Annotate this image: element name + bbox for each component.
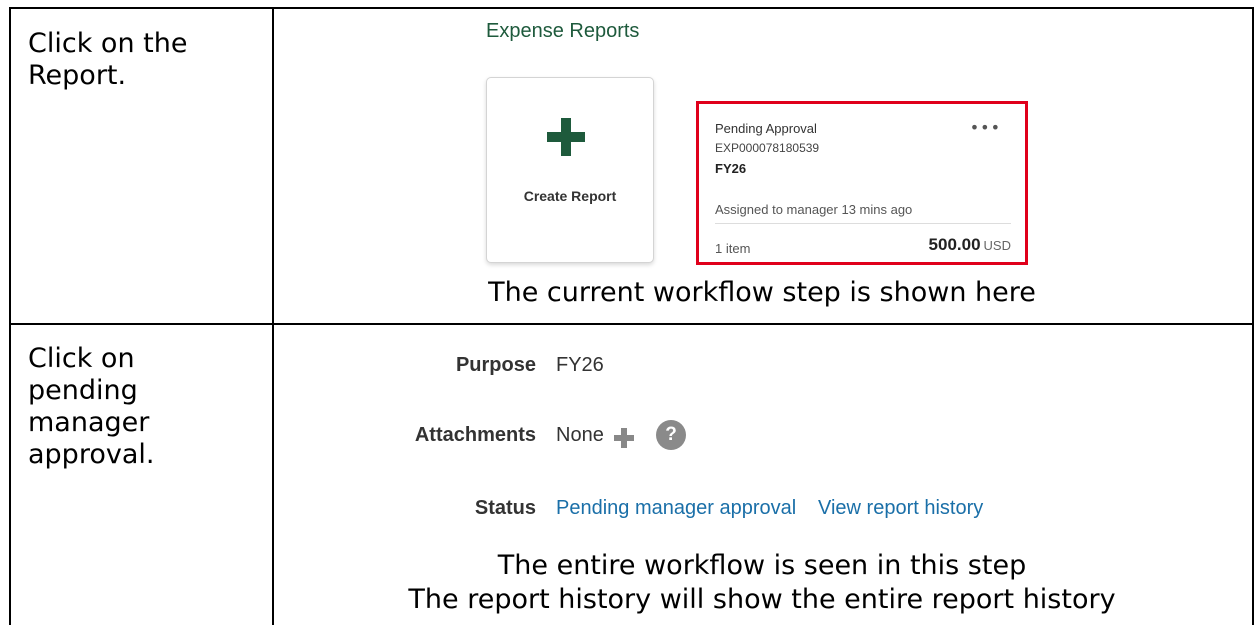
create-report-label: Create Report	[523, 188, 617, 204]
add-attachment-icon[interactable]	[614, 428, 634, 448]
instruction-line: manager	[28, 407, 150, 438]
plus-icon	[547, 118, 585, 156]
view-report-history-link[interactable]: View report history	[818, 497, 983, 520]
table-top-border	[9, 7, 1254, 9]
amount-value: 500.00	[928, 235, 981, 254]
instruction-line: Click on the	[28, 28, 188, 59]
pending-manager-approval-link[interactable]: Pending manager approval	[556, 497, 796, 520]
create-report-card[interactable]: Create Report	[486, 77, 654, 263]
attachments-value: None	[556, 424, 604, 446]
expense-report-card[interactable]: Pending Approval ••• EXP000078180539 FY2…	[696, 101, 1028, 265]
table-left-border	[9, 7, 11, 625]
row-2-caption-line-1: The entire workflow is seen in this step	[497, 550, 1027, 581]
report-status: Pending Approval	[715, 121, 817, 136]
instruction-step-1: Click on the Report.	[28, 28, 187, 92]
instruction-line: Report.	[28, 60, 127, 91]
more-options-icon[interactable]: •••	[970, 118, 1001, 137]
purpose-label: Purpose	[455, 354, 536, 376]
instruction-line: Click on	[28, 343, 135, 374]
row-divider	[9, 323, 1254, 325]
instruction-line: pending	[28, 375, 138, 406]
row-2-caption-line-2: The report history will show the entire …	[408, 584, 1116, 615]
card-divider	[715, 223, 1011, 224]
instruction-step-2: Click on pending manager approval.	[28, 343, 154, 471]
purpose-value: FY26	[556, 354, 604, 376]
report-assigned-text: Assigned to manager 13 mins ago	[715, 202, 913, 217]
help-icon[interactable]: ?	[656, 420, 686, 450]
report-number: EXP000078180539	[715, 141, 820, 155]
column-divider	[272, 7, 274, 625]
instruction-line: approval.	[28, 439, 155, 470]
report-item-count: 1 item	[715, 241, 751, 256]
amount-currency: USD	[983, 238, 1011, 253]
expense-reports-title: Expense Reports	[486, 20, 640, 42]
report-purpose: FY26	[715, 161, 747, 176]
attachments-label: Attachments	[414, 424, 536, 446]
row-1-caption: The current workflow step is shown here	[488, 277, 1036, 308]
status-label: Status	[474, 497, 536, 519]
report-amount: 500.00 USD	[929, 235, 1011, 255]
